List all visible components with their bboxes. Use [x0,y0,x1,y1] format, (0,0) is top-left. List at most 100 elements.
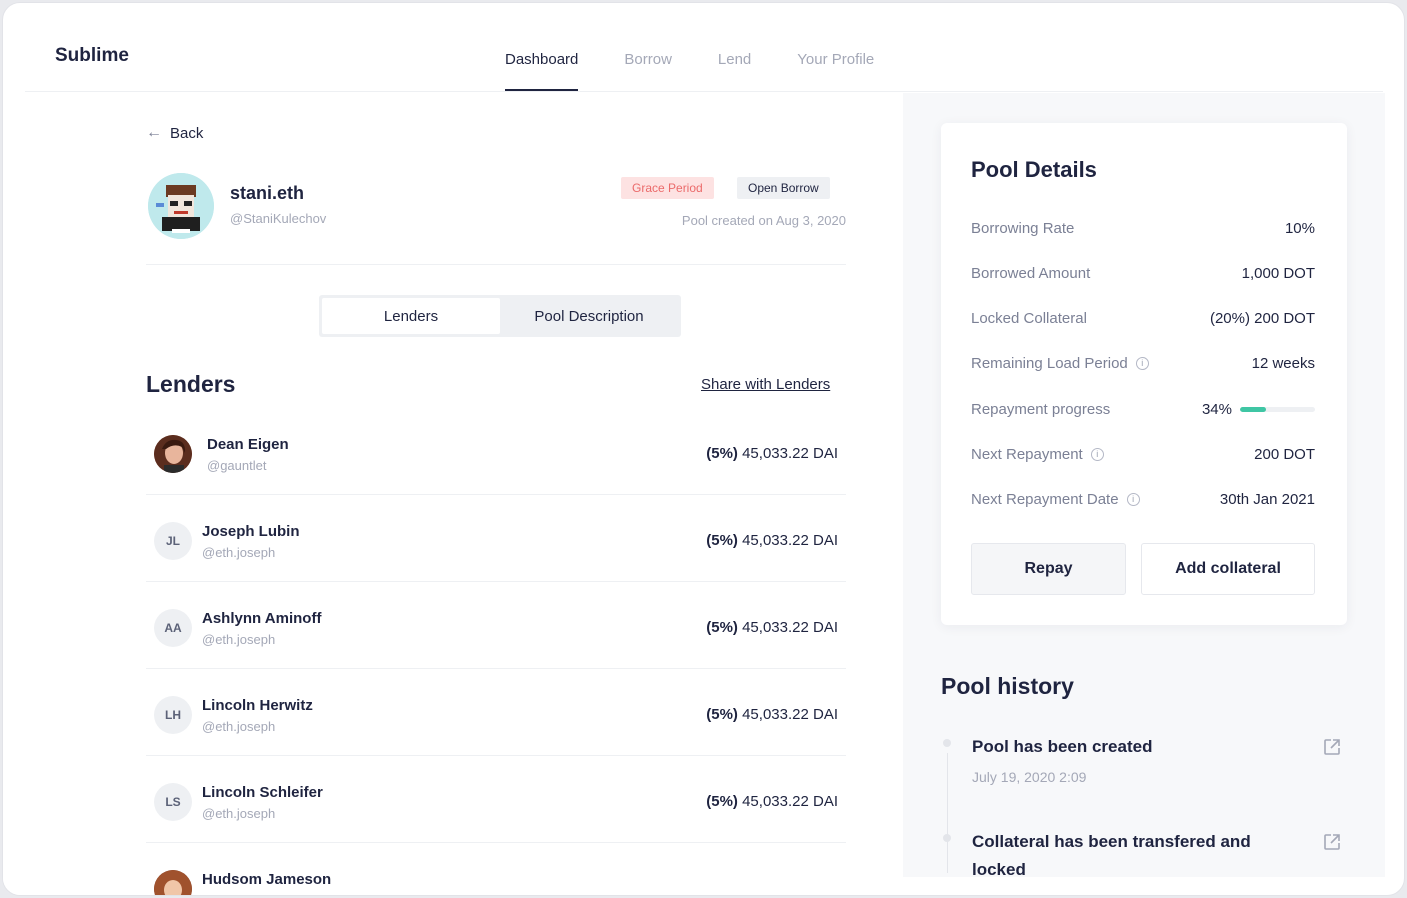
external-link-icon[interactable] [1322,737,1342,757]
lender-value: 45,033.22 DAI [742,532,838,549]
detail-repayment-progress: Repayment progress 34% [971,401,1315,421]
lender-avatar: LH [154,696,192,734]
nav-dashboard[interactable]: Dashboard [505,51,579,91]
nav-your-profile[interactable]: Your Profile [797,51,874,91]
detail-label-text: Remaining Load Period [971,355,1128,372]
detail-remaining-period: Remaining Load Period i 12 weeks [971,355,1315,375]
table-row[interactable]: Dean Eigen @gauntlet (5%) 45,033.22 DAI [146,408,846,495]
lender-name: Dean Eigen [207,436,289,453]
detail-value: 30th Jan 2021 [1219,491,1315,508]
detail-label: Repayment progress [971,401,1111,418]
table-row[interactable]: LH Lincoln Herwitz @eth.joseph (5%) 45,0… [146,669,846,756]
nav-lend[interactable]: Lend [718,51,751,91]
main-nav: Dashboard Borrow Lend Your Profile [505,51,920,91]
back-label: Back [170,124,204,142]
detail-value: 1,000 DOT [1241,265,1315,282]
tab-pool-description[interactable]: Pool Description [500,298,678,334]
table-row[interactable]: LS Lincoln Schleifer @eth.joseph (5%) 45… [146,756,846,843]
lender-amount: (5%) 45,033.22 DAI [706,793,838,810]
user-photo-icon [154,435,192,473]
pool-sidebar: Pool Details Borrowing Rate 10% Borrowed… [903,93,1385,879]
detail-label: Locked Collateral [971,310,1087,327]
lender-percent: (5%) [706,532,738,549]
nav-borrow[interactable]: Borrow [624,51,672,91]
repay-button[interactable]: Repay [971,543,1126,595]
add-collateral-button[interactable]: Add collateral [1141,543,1315,595]
detail-borrowed-amount: Borrowed Amount 1,000 DOT [971,265,1315,285]
detail-label-text: Next Repayment Date [971,491,1119,508]
history-item: Collateral has been transfered and locke… [943,828,1342,884]
borrower-profile: stani.eth @StaniKulechov Grace Period Op… [146,173,846,265]
table-row[interactable]: Hudsom Jameson [146,843,846,895]
lender-name: Lincoln Schleifer [202,784,323,801]
progress-value: 34% [1201,401,1232,418]
progress-bar [1240,407,1315,412]
timeline-line [947,753,948,873]
lenders-heading: Lenders [146,371,236,397]
pool-created-date: Pool created on Aug 3, 2020 [681,213,846,228]
external-link-icon[interactable] [1322,832,1342,852]
lender-amount: (5%) 45,033.22 DAI [706,619,838,636]
info-icon[interactable]: i [1135,357,1149,370]
detail-value: 200 DOT [1254,446,1315,463]
lender-amount: (5%) 45,033.22 DAI [706,445,838,462]
share-with-lenders-link[interactable]: Share with Lenders [701,376,830,393]
lender-name: Ashlynn Aminoff [202,610,322,627]
info-icon[interactable]: i [1090,448,1104,461]
brand-logo[interactable]: Sublime [55,45,129,67]
lender-handle: @eth.joseph [202,632,276,647]
timeline-dot [943,739,951,747]
detail-next-repayment-date: Next Repayment Date i 30th Jan 2021 [971,491,1315,511]
user-photo-icon [154,870,192,895]
lender-avatar: LS [154,783,192,821]
timeline-dot [943,834,951,842]
pixel-avatar-icon [148,173,214,239]
tab-lenders[interactable]: Lenders [322,298,500,334]
progress-group: 34% [1202,401,1315,418]
open-borrow-badge: Open Borrow [737,177,830,199]
progress-fill [1240,407,1266,412]
borrower-name: stani.eth [230,183,305,203]
lender-percent: (5%) [706,793,738,810]
lender-value: 45,033.22 DAI [742,619,838,636]
borrower-handle: @StaniKulechov [230,211,327,226]
pool-main-panel: ← Back stani.eth @StaniKulechov Grace Pe… [3,93,903,895]
history-item: Pool has been created July 19, 2020 2:09 [943,733,1342,785]
back-link[interactable]: ← Back [146,124,203,142]
lender-avatar: AA [154,609,192,647]
lender-value: 45,033.22 DAI [742,793,838,810]
table-row[interactable]: AA Ashlynn Aminoff @eth.joseph (5%) 45,0… [146,582,846,669]
history-text: Pool has been created [972,737,1153,756]
pool-history-heading: Pool history [941,673,1074,699]
info-icon[interactable]: i [1126,493,1140,506]
history-date: July 19, 2020 2:09 [972,769,1087,785]
pool-details-card: Pool Details Borrowing Rate 10% Borrowed… [941,123,1347,625]
app-window: Sublime Dashboard Borrow Lend Your Profi… [2,2,1405,896]
top-header: Sublime Dashboard Borrow Lend Your Profi… [25,3,1383,92]
detail-label: Remaining Load Period i [971,355,1149,372]
detail-next-repayment: Next Repayment i 200 DOT [971,446,1315,466]
lender-name: Lincoln Herwitz [202,697,313,714]
lender-avatar [154,435,192,473]
pool-details-title: Pool Details [971,157,1097,182]
lender-percent: (5%) [706,445,738,462]
lender-handle: @eth.joseph [202,719,276,734]
detail-label: Borrowing Rate [971,220,1075,237]
lender-name: Hudsom Jameson [202,871,332,888]
lender-handle: @eth.joseph [202,545,276,560]
history-text: Collateral has been transfered and locke… [972,832,1251,879]
lender-value: 45,033.22 DAI [742,706,838,723]
detail-locked-collateral: Locked Collateral (20%) 200 DOT [971,310,1315,330]
lender-avatar [154,870,192,895]
detail-value: (20%) 200 DOT [1209,310,1315,327]
lender-list: Dean Eigen @gauntlet (5%) 45,033.22 DAI … [146,408,846,895]
detail-value: 12 weeks [1251,355,1315,372]
detail-label-text: Next Repayment [971,446,1083,463]
lender-handle: @gauntlet [207,458,267,473]
lender-amount: (5%) 45,033.22 DAI [706,706,838,723]
lender-value: 45,033.22 DAI [742,445,838,462]
table-row[interactable]: JL Joseph Lubin @eth.joseph (5%) 45,033.… [146,495,846,582]
detail-value: 10% [1284,220,1315,237]
lender-name: Joseph Lubin [202,523,300,540]
lender-amount: (5%) 45,033.22 DAI [706,532,838,549]
